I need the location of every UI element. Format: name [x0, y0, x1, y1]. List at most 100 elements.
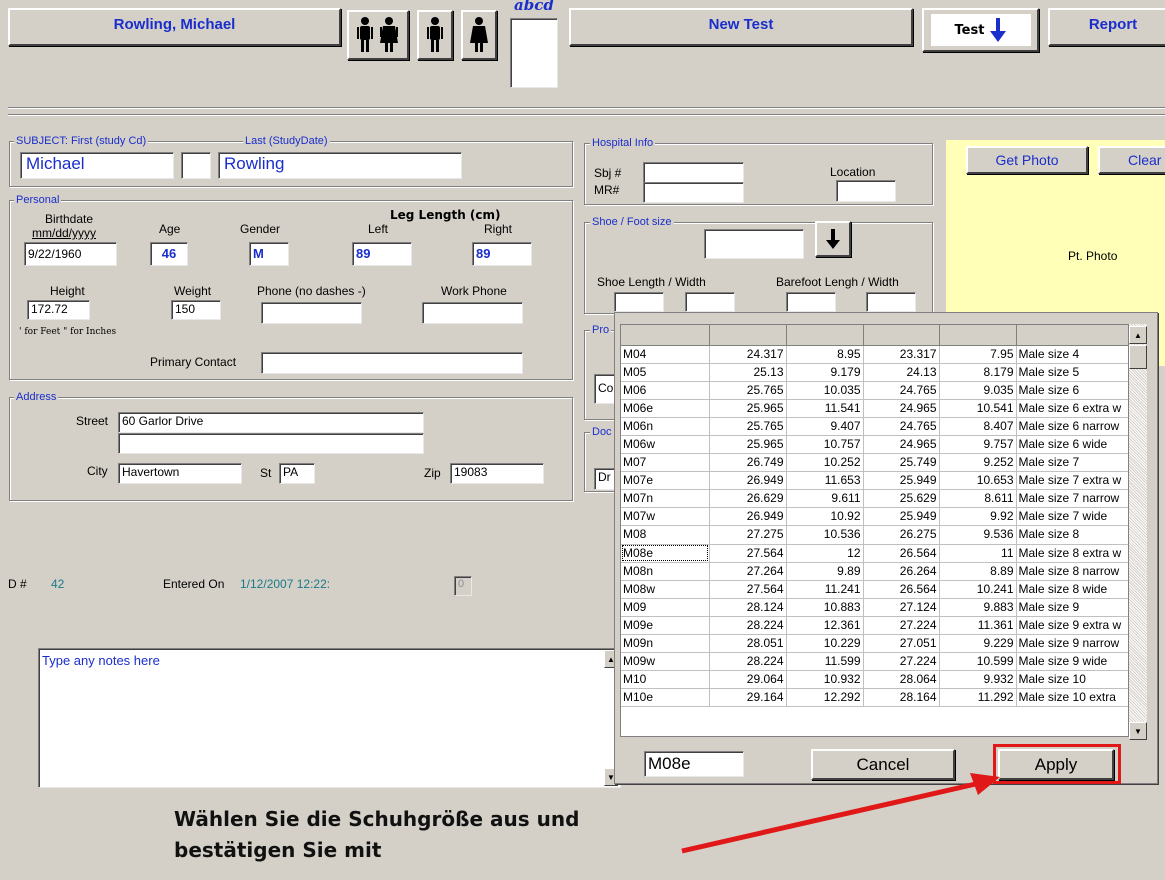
table-cell[interactable]: 9.179 [786, 363, 864, 382]
table-cell[interactable]: 12 [786, 544, 864, 563]
table-cell[interactable]: 26.275 [863, 525, 940, 545]
table-cell[interactable]: M06e [621, 399, 710, 418]
table-cell[interactable]: 9.229 [939, 634, 1017, 654]
table-cell[interactable]: M05 [621, 363, 710, 382]
grid-scrollbar[interactable] [1129, 324, 1147, 737]
table-cell[interactable]: 28.051 [709, 634, 787, 654]
middle-initial-field[interactable] [181, 152, 211, 179]
table-cell[interactable]: M06w [621, 435, 710, 455]
notes-textarea[interactable]: Type any notes here [38, 648, 621, 788]
last-name-field[interactable]: Rowling [218, 152, 462, 179]
table-cell[interactable]: 10.541 [939, 399, 1017, 418]
column-header[interactable] [1016, 325, 1128, 346]
table-row[interactable]: M09n 28.051 10.229 27.051 9.229 Male size 9 n… [621, 634, 1128, 654]
table-cell[interactable]: 25.765 [709, 381, 787, 400]
table-cell[interactable]: Male size 6 wide [1016, 435, 1128, 455]
table-cell[interactable]: Male size 7 extra w [1016, 471, 1128, 491]
table-cell[interactable]: 9.035 [939, 381, 1017, 400]
table-cell[interactable]: 27.564 [709, 580, 787, 599]
table-cell[interactable]: 11.241 [786, 580, 864, 599]
table-cell[interactable]: 11.599 [786, 652, 864, 672]
table-cell[interactable]: 26.949 [709, 471, 787, 491]
column-header[interactable] [621, 325, 710, 346]
age-field[interactable]: 46 [150, 242, 188, 266]
table-cell[interactable]: M04 [621, 345, 710, 364]
table-row[interactable]: M06e 25.965 11.541 24.965 10.541 Male size 6 … [621, 399, 1128, 418]
table-cell[interactable]: 26.949 [709, 507, 787, 527]
table-cell[interactable]: M06 [621, 381, 710, 400]
table-cell[interactable]: 29.164 [709, 688, 787, 708]
table-cell[interactable]: M10 [621, 670, 710, 690]
report-button[interactable]: Report [1048, 8, 1165, 46]
table-cell[interactable]: Male size 5 [1016, 363, 1128, 382]
table-cell[interactable]: 27.224 [863, 652, 940, 672]
table-cell[interactable]: 9.883 [939, 598, 1017, 617]
table-cell[interactable]: 24.765 [863, 381, 940, 400]
work-phone-field[interactable] [422, 302, 523, 324]
table-cell[interactable]: 8.407 [939, 417, 1017, 436]
table-cell[interactable]: 27.564 [709, 544, 787, 563]
table-cell[interactable]: Male size 9 [1016, 598, 1128, 617]
table-cell[interactable]: 9.89 [786, 562, 864, 581]
height-field[interactable]: 172.72 [27, 300, 90, 320]
table-row[interactable]: M07w 26.949 10.92 25.949 9.92 Male size 7 wid… [621, 507, 1128, 527]
table-cell[interactable]: Male size 7 [1016, 453, 1128, 473]
table-cell[interactable]: 24.13 [863, 363, 940, 382]
table-row[interactable]: M08n 27.264 9.89 26.264 8.89 Male size 8 narr… [621, 562, 1128, 581]
table-cell[interactable]: 9.932 [939, 670, 1017, 690]
table-cell[interactable]: 26.629 [709, 489, 787, 509]
initials-box[interactable] [510, 18, 558, 88]
table-cell[interactable]: M08e [621, 544, 710, 563]
table-cell[interactable]: M09w [621, 652, 710, 672]
leg-left-field[interactable]: 89 [352, 242, 412, 266]
table-cell[interactable]: M10e [621, 688, 710, 708]
table-cell[interactable]: Male size 7 narrow [1016, 489, 1128, 509]
table-cell[interactable]: 28.064 [863, 670, 940, 690]
couple-filter-button[interactable] [347, 10, 409, 60]
table-cell[interactable]: 8.611 [939, 489, 1017, 509]
table-cell[interactable]: 10.252 [786, 453, 864, 473]
table-cell[interactable]: Male size 9 narrow [1016, 634, 1128, 654]
test-dropdown-button[interactable]: Test [922, 8, 1039, 52]
table-cell[interactable]: 11.541 [786, 399, 864, 418]
primary-contact-field[interactable] [261, 352, 523, 374]
table-cell[interactable]: 24.965 [863, 399, 940, 418]
table-cell[interactable]: 25.13 [709, 363, 787, 382]
table-cell[interactable]: 25.949 [863, 471, 940, 491]
table-cell[interactable]: Male size 8 wide [1016, 580, 1128, 599]
first-name-field[interactable]: Michael [20, 152, 174, 179]
table-cell[interactable]: Male size 6 extra w [1016, 399, 1128, 418]
table-cell[interactable]: M08n [621, 562, 710, 581]
table-cell[interactable]: M09e [621, 616, 710, 636]
barefoot-width-field[interactable] [866, 292, 916, 312]
table-cell[interactable]: 12.361 [786, 616, 864, 636]
table-cell[interactable]: M07e [621, 471, 710, 491]
table-cell[interactable]: 25.749 [863, 453, 940, 473]
table-row[interactable]: M09 28.124 10.883 27.124 9.883 Male size 9 [621, 598, 1128, 617]
weight-field[interactable]: 150 [171, 300, 221, 320]
male-filter-button[interactable] [417, 10, 453, 60]
table-cell[interactable]: 25.965 [709, 399, 787, 418]
table-cell[interactable]: 10.757 [786, 435, 864, 455]
table-cell[interactable]: 9.757 [939, 435, 1017, 455]
table-cell[interactable]: 7.95 [939, 345, 1017, 364]
table-cell[interactable]: 27.124 [863, 598, 940, 617]
patient-name-button[interactable]: Rowling, Michael [8, 8, 341, 46]
phone-field[interactable] [261, 302, 362, 324]
table-cell[interactable]: 27.224 [863, 616, 940, 636]
table-cell[interactable]: 27.051 [863, 634, 940, 654]
zip-field[interactable]: 19083 [450, 463, 544, 484]
table-cell[interactable]: Male size 8 [1016, 525, 1128, 545]
table-cell[interactable]: Male size 10 extra [1016, 688, 1128, 708]
column-header[interactable] [709, 325, 787, 346]
location-field[interactable] [836, 180, 896, 202]
table-cell[interactable]: 28.224 [709, 616, 787, 636]
street-line2-field[interactable] [118, 433, 424, 454]
table-cell[interactable]: 9.92 [939, 507, 1017, 527]
table-cell[interactable]: 11.361 [939, 616, 1017, 636]
table-cell[interactable]: Male size 8 extra w [1016, 544, 1128, 563]
table-cell[interactable]: M09 [621, 598, 710, 617]
shoe-length-field[interactable] [614, 292, 664, 312]
table-cell[interactable]: 11 [939, 544, 1017, 563]
grid-scroll-up[interactable]: ▲ [1129, 326, 1147, 344]
